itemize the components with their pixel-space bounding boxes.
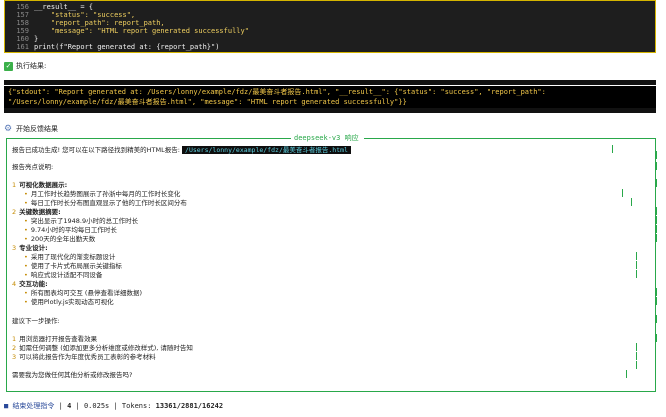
- wrap-marker: [656, 297, 657, 305]
- wrap-marker: [656, 315, 657, 323]
- wrap-marker: [656, 334, 657, 342]
- wrap-marker: [656, 288, 657, 296]
- wrap-marker: [636, 270, 637, 278]
- exec-result-header: ✓ 执行结果:: [4, 61, 47, 71]
- list-item: • 采用了现代化的渐变标题设计: [24, 253, 116, 261]
- wrap-marker: [636, 352, 637, 360]
- list-item: • 200天的全年出勤天数: [24, 235, 96, 243]
- panel-border: [6, 138, 291, 139]
- wrap-marker: [636, 343, 637, 351]
- wrap-marker: [612, 145, 613, 153]
- wrap-marker: [656, 162, 657, 170]
- list-item: • 所有图表均可交互 (悬停查看详细数据): [24, 289, 142, 297]
- section-title: 4 交互功能:: [12, 280, 48, 288]
- list-item: • 每日工作时长分布图直观显示了他的工作时长区间分布: [24, 199, 187, 207]
- wrap-marker: [656, 234, 657, 242]
- next-step-item: 1 用浏览器打开报告查看效果: [12, 335, 98, 343]
- wrap-marker: [656, 225, 657, 233]
- wrap-marker: [656, 179, 657, 187]
- panel-border: [364, 138, 656, 139]
- check-icon: ✓: [4, 61, 13, 71]
- output-text: {"stdout": "Report generated at: /Users/…: [4, 86, 656, 108]
- code-line: 160}: [16, 35, 39, 43]
- list-item: • 响应式设计适配不同设备: [24, 271, 103, 279]
- list-item: • 突出显示了1948.9小时的总工作时长: [24, 217, 139, 225]
- highlights-title: 报告亮点说明:: [12, 163, 54, 171]
- code-line: 156 __result__ = {: [16, 3, 94, 11]
- section-title: 2 关键数据摘要:: [12, 208, 61, 216]
- intro-line: 报告已成功生成! 您可以在以下路径找到精美的HTML报告: /Users/lon…: [12, 146, 351, 154]
- output-bar-top: [4, 80, 656, 85]
- list-item: • 月工作时长趋势图展示了孙浙中每月的工作时长变化: [24, 190, 181, 198]
- section-title: 3 专业设计:: [12, 244, 48, 252]
- code-block: 156 __result__ = { 157 "status": "success…: [4, 0, 656, 53]
- robot-icon: ⚙: [4, 123, 13, 134]
- wrap-marker: [656, 207, 657, 215]
- report-path[interactable]: /Users/lonny/example/fdz/最美奋斗者报告.html: [182, 146, 351, 154]
- wrap-marker: [636, 361, 637, 369]
- wrap-marker: [626, 370, 627, 378]
- list-item: • 使用了卡片式布局展示关键指标: [24, 262, 122, 270]
- next-step-item: 3 可以将此报告作为年度优秀员工表彰的参考材料: [12, 353, 156, 361]
- code-line: 157 "status": "success",: [16, 11, 136, 19]
- list-item: • 使用Plotly.js实现动态可视化: [24, 298, 114, 306]
- followup-question: 需要我为您做任何其他分析或修改报告吗?: [12, 371, 133, 379]
- next-steps-title: 建议下一步操作:: [12, 317, 60, 325]
- output-bar-bottom: [4, 108, 656, 113]
- wrap-marker: [636, 261, 637, 269]
- status-footer: ■ 结束处理指令 | 4 | 0.025s | Tokens: 13361/28…: [4, 402, 224, 410]
- wrap-marker: [656, 216, 657, 224]
- panel-title: deepseek-v3 响应: [294, 134, 359, 142]
- wrap-marker: [636, 252, 637, 260]
- next-step-item: 2 如需任何调整 (如添加更多分析维度或修改样式), 请随时告知: [12, 344, 193, 352]
- feedback-header: ⚙ 开始反馈结果: [4, 123, 58, 134]
- wrap-marker: [656, 151, 657, 159]
- stop-icon: ■: [4, 402, 9, 410]
- code-line: 158 "report_path": report_path,: [16, 19, 165, 27]
- list-item: • 9.74小时的平均每日工作时长: [24, 226, 117, 234]
- wrap-marker: [622, 189, 623, 197]
- code-line: 161 print(f"Report generated at: {report_…: [16, 43, 220, 51]
- code-line: 159 "message": "HTML report generated su…: [16, 27, 249, 35]
- section-title: 1 可视化数据展示:: [12, 181, 68, 189]
- wrap-marker: [631, 198, 632, 206]
